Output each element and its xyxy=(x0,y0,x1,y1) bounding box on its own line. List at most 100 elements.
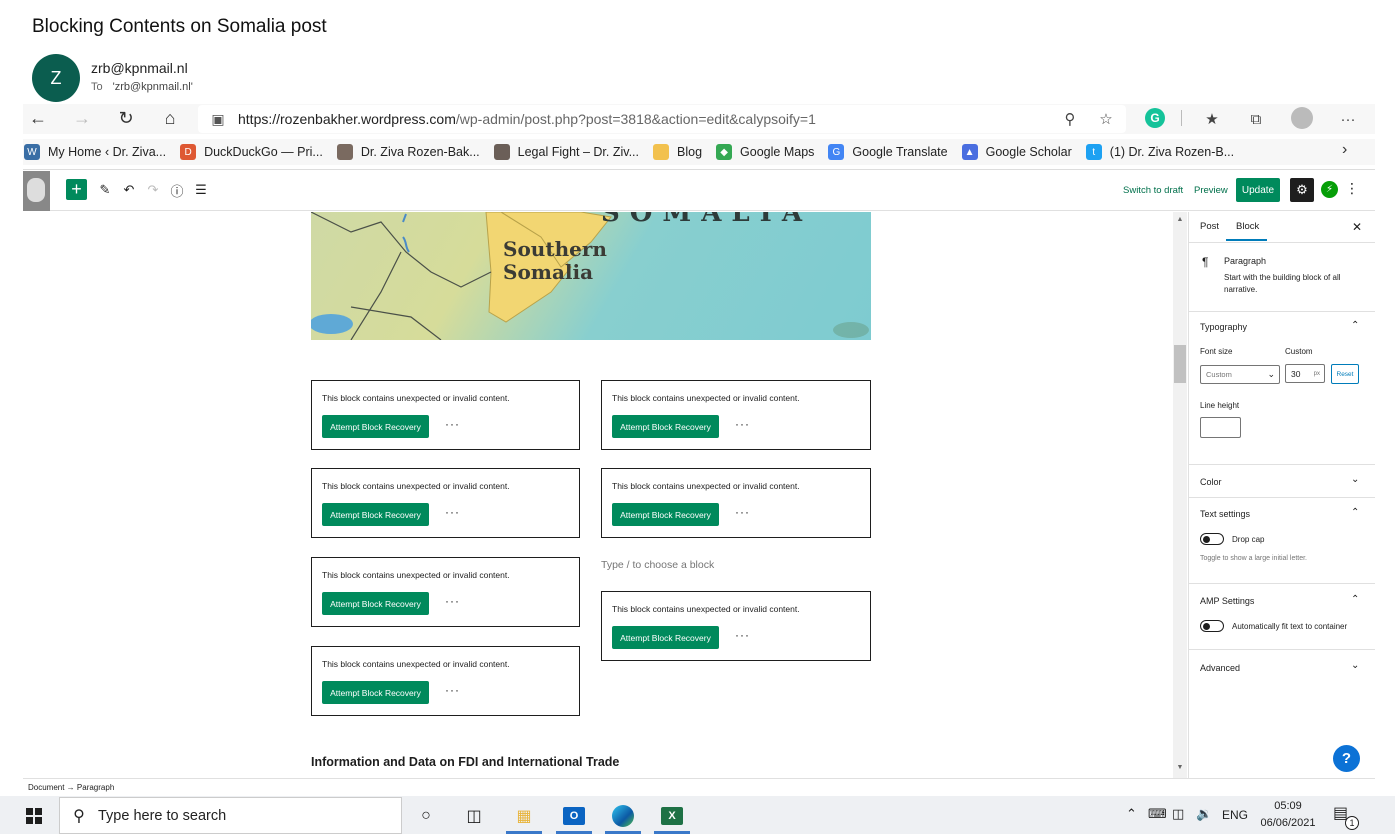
bookmark-item[interactable]: Dr. Ziva Rozen-Bak... xyxy=(336,144,480,160)
invalid-block[interactable]: This block contains unexpected or invali… xyxy=(311,468,580,538)
lock-icon[interactable]: ▣ xyxy=(198,111,238,128)
reset-font-size-button[interactable]: Reset xyxy=(1331,364,1359,384)
switch-to-draft-button[interactable]: Switch to draft xyxy=(1123,185,1183,196)
sender-address[interactable]: zrb@kpnmail.nl xyxy=(91,60,188,76)
advanced-panel-toggle[interactable]: Advanced xyxy=(1200,663,1240,673)
recipient-address[interactable]: 'zrb@kpnmail.nl' xyxy=(113,81,193,93)
attempt-block-recovery-button[interactable]: Attempt Block Recovery xyxy=(322,415,429,438)
chevron-down-icon[interactable]: ⌄ xyxy=(1351,474,1359,485)
typography-panel-toggle[interactable]: Typography xyxy=(1200,322,1247,332)
editor-scrollbar[interactable] xyxy=(1173,212,1187,778)
collections-icon[interactable]: ⧉ xyxy=(1245,108,1267,130)
undo-icon[interactable]: ↶ xyxy=(119,180,139,200)
bookmark-item[interactable]: D DuckDuckGo — Pri... xyxy=(180,144,323,160)
invalid-block[interactable]: This block contains unexpected or invali… xyxy=(311,380,580,450)
tab-post[interactable]: Post xyxy=(1200,221,1219,232)
settings-gear-icon[interactable]: ⚙ xyxy=(1290,178,1314,202)
bookmark-item[interactable]: ▲ Google Scholar xyxy=(961,144,1072,160)
edge-browser-icon[interactable] xyxy=(605,801,641,831)
font-size-select[interactable]: Custom ⌄ xyxy=(1200,365,1280,384)
forward-icon[interactable]: → xyxy=(68,106,96,130)
bookmark-item[interactable]: ◆ Google Maps xyxy=(716,144,814,160)
invalid-block[interactable]: This block contains unexpected or invali… xyxy=(601,468,871,538)
zoom-icon[interactable]: ⚲ xyxy=(1059,108,1081,130)
drop-cap-toggle[interactable] xyxy=(1200,533,1224,545)
network-icon[interactable]: ◫ xyxy=(1172,806,1184,822)
bookmark-item[interactable]: Blog xyxy=(653,144,702,160)
chevron-down-icon[interactable]: ⌄ xyxy=(1351,660,1359,671)
block-more-options-icon[interactable]: ··· xyxy=(735,417,750,431)
tab-block[interactable]: Block xyxy=(1236,221,1259,232)
block-more-options-icon[interactable]: ··· xyxy=(735,628,750,642)
scroll-down-icon[interactable]: ▼ xyxy=(1174,764,1186,771)
attempt-block-recovery-button[interactable]: Attempt Block Recovery xyxy=(322,503,429,526)
grammarly-extension-icon[interactable]: G xyxy=(1145,108,1165,128)
custom-font-size-input[interactable]: 30 px xyxy=(1285,364,1325,383)
block-more-options-icon[interactable]: ··· xyxy=(445,417,460,431)
bookmark-item[interactable]: G Google Translate xyxy=(828,144,948,160)
add-block-button[interactable]: + xyxy=(66,179,87,200)
refresh-icon[interactable]: ↻ xyxy=(112,106,140,130)
edit-tools-icon[interactable]: ✎ xyxy=(95,180,115,200)
options-kebab-icon[interactable]: ⋮ xyxy=(1345,180,1359,197)
chevron-right-icon[interactable]: › xyxy=(1342,141,1347,159)
attempt-block-recovery-button[interactable]: Attempt Block Recovery xyxy=(612,626,719,649)
attempt-block-recovery-button[interactable]: Attempt Block Recovery xyxy=(322,592,429,615)
list-view-icon[interactable]: ☰ xyxy=(191,180,211,200)
attempt-block-recovery-button[interactable]: Attempt Block Recovery xyxy=(322,681,429,704)
url-text[interactable]: https://rozenbakher.wordpress.com/wp-adm… xyxy=(238,111,1126,127)
invalid-block[interactable]: This block contains unexpected or invali… xyxy=(311,646,580,716)
block-breadcrumb[interactable]: Document → Paragraph xyxy=(23,778,1375,795)
attempt-block-recovery-button[interactable]: Attempt Block Recovery xyxy=(612,415,719,438)
invalid-block[interactable]: This block contains unexpected or invali… xyxy=(601,380,871,450)
site-icon[interactable] xyxy=(23,171,50,211)
amp-settings-panel-toggle[interactable]: AMP Settings xyxy=(1200,596,1254,606)
windows-start-icon[interactable] xyxy=(26,808,42,824)
show-hidden-icons-icon[interactable]: ⌃ xyxy=(1126,806,1137,822)
task-view-icon[interactable]: ◫ xyxy=(456,801,492,831)
block-more-options-icon[interactable]: ··· xyxy=(735,505,750,519)
invalid-block[interactable]: This block contains unexpected or invali… xyxy=(601,591,871,661)
content-heading[interactable]: Information and Data on FDI and Internat… xyxy=(311,755,619,769)
line-height-input[interactable] xyxy=(1200,417,1241,438)
redo-icon[interactable]: ↷ xyxy=(143,180,163,200)
volume-icon[interactable]: 🔉 xyxy=(1196,806,1212,822)
block-more-options-icon[interactable]: ··· xyxy=(445,683,460,697)
add-favorite-icon[interactable]: ☆ xyxy=(1095,108,1117,130)
preview-button[interactable]: Preview xyxy=(1194,185,1228,196)
profile-avatar-icon[interactable] xyxy=(1291,107,1313,129)
block-placeholder[interactable]: Type / to choose a block xyxy=(601,559,714,571)
language-indicator[interactable]: ENG xyxy=(1222,808,1248,822)
chevron-up-icon[interactable]: ⌃ xyxy=(1351,320,1359,331)
more-menu-icon[interactable]: ··· xyxy=(1337,108,1359,130)
color-panel-toggle[interactable]: Color xyxy=(1200,477,1222,487)
chevron-up-icon[interactable]: ⌃ xyxy=(1351,507,1359,518)
update-button[interactable]: Update xyxy=(1236,178,1280,202)
chevron-up-icon[interactable]: ⌃ xyxy=(1351,594,1359,605)
home-icon[interactable]: ⌂ xyxy=(156,106,184,130)
block-more-options-icon[interactable]: ··· xyxy=(445,594,460,608)
invalid-block[interactable]: This block contains unexpected or invali… xyxy=(311,557,580,627)
info-icon[interactable]: ⓘ xyxy=(167,180,187,200)
jetpack-icon[interactable]: ⚡ xyxy=(1321,181,1338,198)
scroll-up-icon[interactable]: ▲ xyxy=(1174,216,1186,223)
help-button[interactable]: ? xyxy=(1333,745,1360,772)
bookmark-item[interactable]: Legal Fight – Dr. Ziv... xyxy=(493,144,639,160)
attempt-block-recovery-button[interactable]: Attempt Block Recovery xyxy=(612,503,719,526)
somalia-map-image[interactable]: SOMALIA Southern Somalia xyxy=(311,212,871,340)
address-bar[interactable]: ▣ https://rozenbakher.wordpress.com/wp-a… xyxy=(198,105,1126,133)
back-icon[interactable]: ← xyxy=(24,106,52,130)
favorites-icon[interactable]: ★ xyxy=(1201,108,1223,130)
outlook-icon[interactable]: O xyxy=(556,801,592,831)
block-more-options-icon[interactable]: ··· xyxy=(445,505,460,519)
bookmark-item[interactable]: W My Home ‹ Dr. Ziva... xyxy=(24,144,166,160)
bookmark-item[interactable]: t (1) Dr. Ziva Rozen-B... xyxy=(1085,144,1234,160)
close-sidebar-icon[interactable]: ✕ xyxy=(1352,220,1362,234)
input-method-icon[interactable]: ⌨ xyxy=(1148,806,1167,822)
cortana-icon[interactable]: ○ xyxy=(408,801,444,831)
scrollbar-thumb[interactable] xyxy=(1174,345,1186,383)
amp-fit-text-toggle[interactable] xyxy=(1200,620,1224,632)
excel-icon[interactable]: X xyxy=(654,801,690,831)
file-explorer-icon[interactable]: ▦ xyxy=(506,801,542,831)
system-clock[interactable]: 05:09 06/06/2021 xyxy=(1260,798,1316,832)
